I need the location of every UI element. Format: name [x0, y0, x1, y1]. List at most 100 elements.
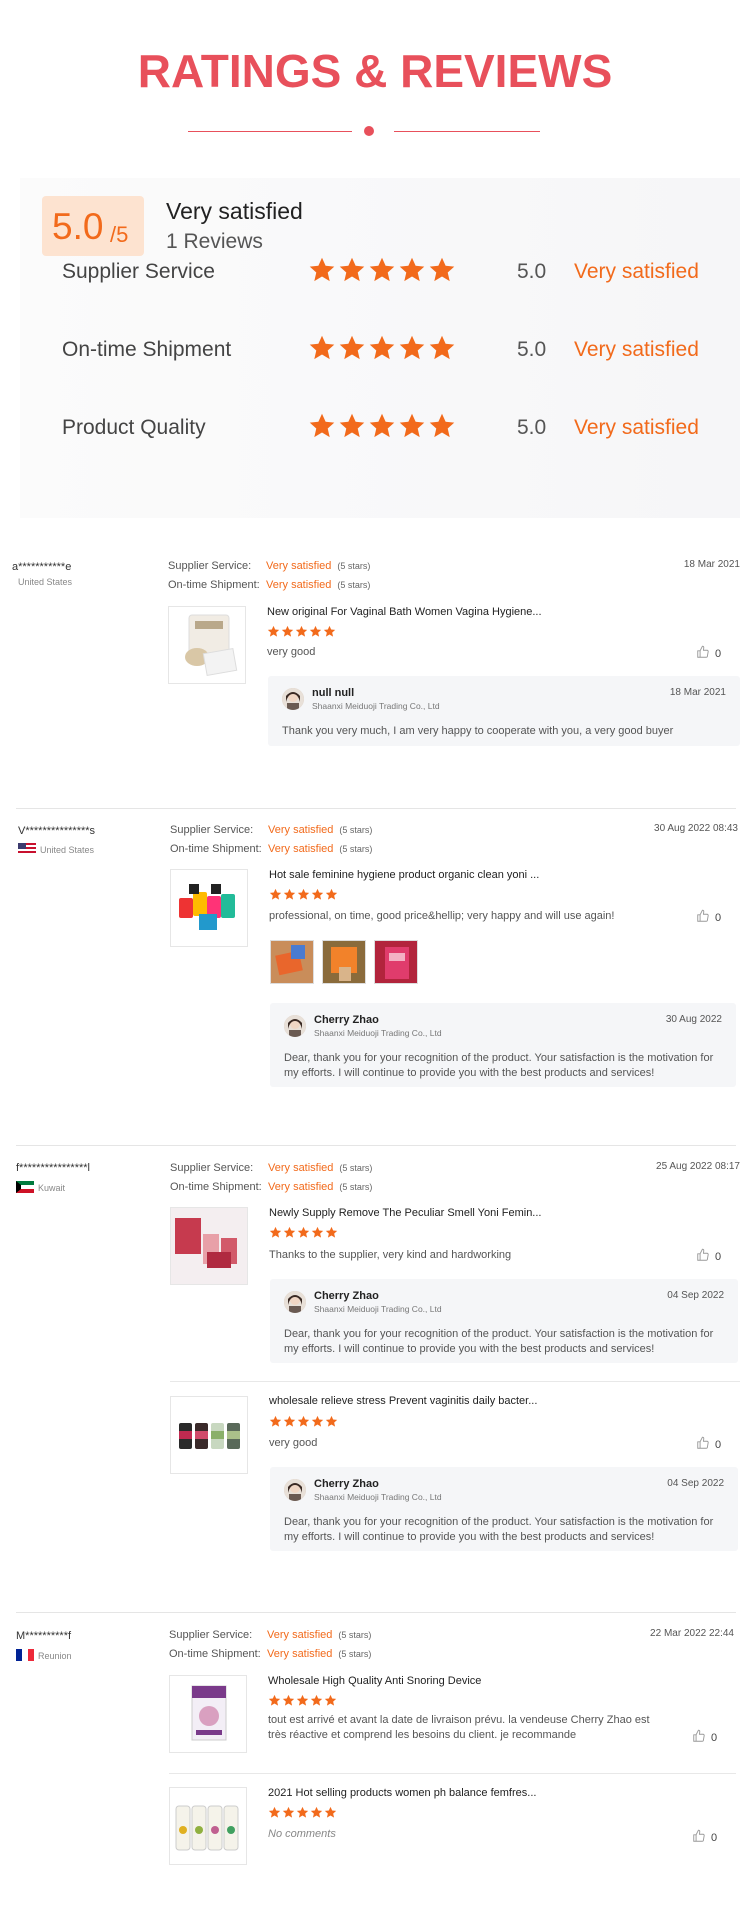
- star-icon: [283, 888, 296, 901]
- star-icon: [324, 1806, 337, 1819]
- review-photo[interactable]: [374, 940, 418, 984]
- review-date: 22 Mar 2022 22:44: [650, 1628, 734, 1639]
- review-text: very good: [269, 1437, 318, 1449]
- reply-company: Shaanxi Meiduoji Trading Co., Ltd: [314, 1304, 442, 1314]
- flag-fr-icon: [16, 1649, 34, 1661]
- metric-value: 5.0: [517, 260, 547, 283]
- reviewer-name: M**********f: [16, 1630, 72, 1642]
- reviewer-name: a***********e: [12, 561, 72, 573]
- star-icon: [296, 1806, 309, 1819]
- like-button[interactable]: 0: [696, 645, 721, 662]
- like-button[interactable]: 0: [692, 1829, 717, 1846]
- star-icon: [295, 625, 308, 638]
- product-title[interactable]: Newly Supply Remove The Peculiar Smell Y…: [269, 1207, 541, 1219]
- star-icon: [338, 334, 366, 362]
- star-icon: [269, 1226, 282, 1239]
- star-icon: [428, 334, 456, 362]
- product-thumbnail[interactable]: [170, 1396, 248, 1474]
- thumbs-up-icon: [696, 1248, 710, 1265]
- product-thumbnail[interactable]: [170, 1207, 248, 1285]
- avatar: [282, 688, 304, 710]
- reviewer-country: United States: [18, 843, 94, 855]
- supplier-service-row: Supplier Service: Very satisfied (5 stars): [170, 824, 373, 836]
- star-icon: [282, 1694, 295, 1707]
- metric-verdict: Very satisfied: [574, 260, 699, 283]
- metric-product-quality: Product Quality 5.0 Very satisfied: [62, 412, 722, 446]
- reply-company: Shaanxi Meiduoji Trading Co., Ltd: [314, 1028, 442, 1038]
- star-icon: [311, 888, 324, 901]
- reviewer-name: f****************l: [16, 1162, 90, 1174]
- product-thumbnail[interactable]: [170, 869, 248, 947]
- product-title[interactable]: Hot sale feminine hygiene product organi…: [269, 869, 539, 881]
- star-icon: [428, 256, 456, 284]
- metric-label: On-time Shipment: [62, 338, 232, 361]
- star-icon: [309, 625, 322, 638]
- metric-ontime-shipment: On-time Shipment 5.0 Very satisfied: [62, 334, 722, 368]
- review-photo[interactable]: [322, 940, 366, 984]
- product-stars: [269, 1226, 339, 1240]
- product-thumbnail[interactable]: [168, 606, 246, 684]
- review-date: 30 Aug 2022 08:43: [654, 823, 738, 834]
- star-icon: [308, 412, 336, 440]
- metric-value: 5.0: [517, 338, 547, 361]
- reply-date: 30 Aug 2022: [665, 1014, 722, 1025]
- product-thumbnail[interactable]: [169, 1787, 247, 1865]
- product-title[interactable]: wholesale relieve stress Prevent vaginit…: [269, 1395, 537, 1407]
- overall-score-max: /5: [110, 222, 129, 247]
- metric-value: 5.0: [517, 416, 547, 439]
- review-divider: [16, 808, 736, 809]
- like-button[interactable]: 0: [696, 909, 721, 926]
- reviewer-country: Reunion: [16, 1649, 72, 1661]
- reply-name: null null: [312, 687, 355, 699]
- like-button[interactable]: 0: [696, 1436, 721, 1453]
- product-stars: [269, 1415, 339, 1429]
- reply-date: 04 Sep 2022: [667, 1478, 724, 1489]
- avatar: [284, 1291, 306, 1313]
- star-icon: [338, 412, 366, 440]
- star-icon: [268, 1694, 281, 1707]
- product-title[interactable]: New original For Vaginal Bath Women Vagi…: [267, 606, 542, 618]
- review-divider: [16, 1145, 736, 1146]
- review-divider: [16, 1612, 736, 1613]
- like-button[interactable]: 0: [696, 1248, 721, 1265]
- star-icon: [267, 625, 280, 638]
- thumbs-up-icon: [696, 1436, 710, 1453]
- star-icon: [325, 1226, 338, 1239]
- supplier-service-row: Supplier Service: Very satisfied (5 stars): [168, 560, 371, 572]
- product-title[interactable]: 2021 Hot selling products women ph balan…: [268, 1787, 536, 1799]
- star-icon: [398, 256, 426, 284]
- star-icon: [368, 412, 396, 440]
- page-title: RATINGS & REVIEWS: [137, 45, 613, 97]
- like-button[interactable]: 0: [692, 1729, 717, 1746]
- review-count: 1 Reviews: [166, 230, 263, 253]
- product-stars: [269, 888, 339, 902]
- thumbs-up-icon: [692, 1729, 706, 1746]
- product-title[interactable]: Wholesale High Quality Anti Snoring Devi…: [268, 1675, 481, 1687]
- star-icon: [283, 1415, 296, 1428]
- item-divider: [169, 1773, 736, 1774]
- star-icon: [310, 1806, 323, 1819]
- star-icon: [269, 1415, 282, 1428]
- review-text: Thanks to the supplier, very kind and ha…: [269, 1249, 512, 1261]
- star-icon: [368, 256, 396, 284]
- reply-company: Shaanxi Meiduoji Trading Co., Ltd: [312, 701, 440, 711]
- ontime-shipment-row: On-time Shipment: Very satisfied (5 stars): [169, 1648, 372, 1660]
- rating-summary: 5.0 /5 Very satisfied 1 Reviews Supplier…: [20, 178, 740, 518]
- flag-us-icon: [18, 843, 36, 855]
- product-thumbnail[interactable]: [169, 1675, 247, 1753]
- star-icon: [398, 334, 426, 362]
- star-icon: [269, 888, 282, 901]
- star-icon: [283, 1226, 296, 1239]
- title-divider: [188, 126, 540, 138]
- review-text: No comments: [268, 1828, 336, 1840]
- overall-verdict: Very satisfied: [166, 198, 303, 224]
- star-icon: [428, 412, 456, 440]
- supplier-service-row: Supplier Service: Very satisfied (5 stars): [170, 1162, 373, 1174]
- star-icon: [368, 334, 396, 362]
- review-photo[interactable]: [270, 940, 314, 984]
- metric-label: Supplier Service: [62, 260, 215, 283]
- review-text: professional, on time, good price&hellip…: [269, 910, 615, 922]
- star-icon: [323, 625, 336, 638]
- star-icon: [297, 1226, 310, 1239]
- reviewer-name: V***************s: [18, 825, 96, 837]
